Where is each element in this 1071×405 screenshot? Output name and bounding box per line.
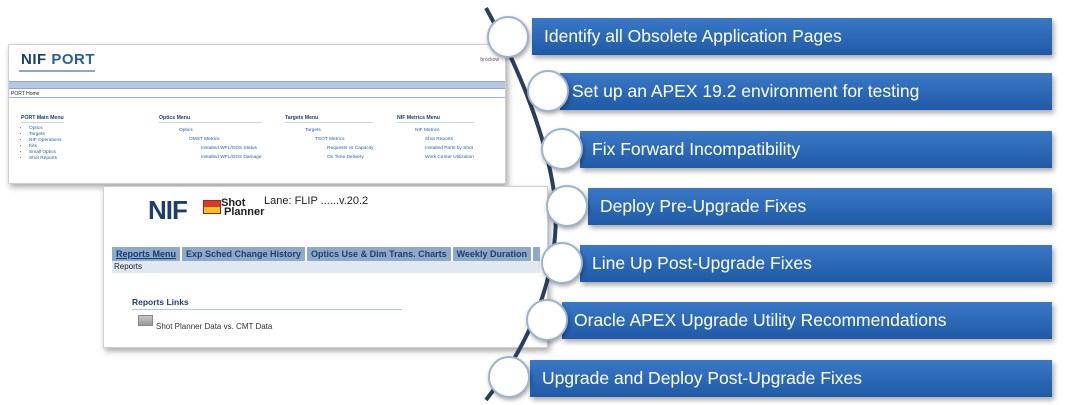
step-6: Oracle APEX Upgrade Utility Recommendati… <box>562 302 1052 339</box>
step-4: Deploy Pre-Upgrade Fixes <box>588 188 1052 225</box>
step-7-circle-icon <box>488 356 530 398</box>
step-3-circle-icon <box>541 128 583 170</box>
step-5-circle-icon <box>541 242 583 284</box>
step-5: Line Up Post-Upgrade Fixes <box>580 245 1052 282</box>
step-1-circle-icon <box>487 16 529 58</box>
step-3: Fix Forward Incompatibility <box>580 131 1052 168</box>
step-6-circle-icon <box>526 299 568 341</box>
step-7: Upgrade and Deploy Post-Upgrade Fixes <box>530 360 1052 397</box>
step-1: Identify all Obsolete Application Pages <box>532 18 1052 55</box>
step-2-circle-icon <box>527 70 569 112</box>
step-2: Set up an APEX 19.2 environment for test… <box>560 73 1052 110</box>
step-4-circle-icon <box>546 185 588 227</box>
